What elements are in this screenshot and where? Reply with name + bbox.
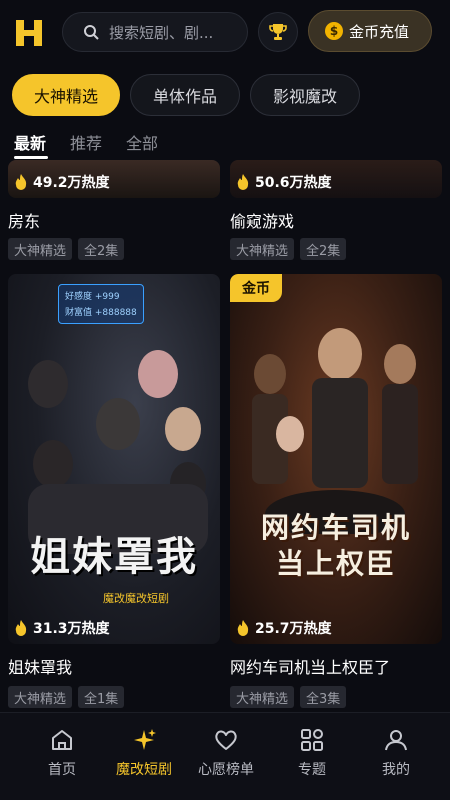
poster-figures — [252, 328, 418, 534]
subtab-all[interactable]: 全部 — [126, 130, 158, 154]
heat-value: 50.6万热度 — [255, 175, 332, 191]
tag: 大神精选 — [8, 238, 73, 260]
nav-home[interactable]: 首页 — [22, 713, 102, 800]
drama-title[interactable]: 偷窥游戏 — [230, 208, 294, 232]
poster-title: 当上权臣 — [275, 547, 396, 580]
nav-wishlist[interactable]: 心愿榜单 — [186, 713, 266, 800]
heat-value: 49.2万热度 — [33, 175, 110, 191]
heart-icon — [215, 730, 237, 750]
tag: 全2集 — [300, 238, 347, 260]
drama-card[interactable]: 49.2万热度 房东 大神精选 全2集 — [8, 160, 220, 270]
heat-value: 31.3万热度 — [33, 621, 110, 637]
heat-count: 31.3万热度 — [14, 618, 110, 638]
recharge-label: 金币充值 — [349, 22, 410, 41]
recharge-button[interactable]: $ 金币充值 — [308, 10, 432, 52]
tag: 全1集 — [78, 686, 125, 708]
nav-label: 魔改短剧 — [116, 762, 172, 778]
search-placeholder: 搜索短剧、剧... — [109, 23, 214, 42]
drama-tags: 大神精选 全2集 — [8, 238, 125, 260]
grid-icon — [301, 729, 323, 751]
poster-title: 姐妹罩我 — [30, 534, 198, 580]
drama-card[interactable]: 好感度 +999 财富值 +888888 姐妹罩我 魔改魔改短剧 31.3万热度… — [8, 274, 220, 712]
category-tab-film-remix[interactable]: 影视魔改 — [250, 74, 360, 116]
poster-title: 网约车司机 — [260, 511, 411, 544]
category-tab-single[interactable]: 单体作品 — [130, 74, 240, 116]
drama-poster[interactable]: 网约车司机 当上权臣 金币 25.7万热度 — [230, 274, 442, 644]
app-logo-icon[interactable] — [12, 16, 46, 50]
drama-title[interactable]: 姐妹罩我 — [8, 654, 72, 678]
nav-label: 心愿榜单 — [198, 762, 254, 778]
nav-topics[interactable]: 专题 — [272, 713, 352, 800]
tag: 全2集 — [78, 238, 125, 260]
drama-tags: 大神精选 全3集 — [230, 686, 347, 708]
search-icon — [84, 25, 99, 40]
drama-poster[interactable]: 好感度 +999 财富值 +888888 姐妹罩我 魔改魔改短剧 31.3万热度 — [8, 274, 220, 644]
coin-badge: 金币 — [230, 274, 282, 302]
trophy-icon — [269, 24, 287, 40]
drama-feed[interactable]: 49.2万热度 房东 大神精选 全2集 50.6万热度 偷窥游戏 大神精选 全2… — [0, 160, 450, 712]
flame-icon — [15, 620, 27, 636]
tag: 大神精选 — [230, 238, 295, 260]
nav-remix-drama[interactable]: 魔改短剧 — [104, 713, 184, 800]
top-header: 搜索短剧、剧... $ 金币充值 — [0, 0, 450, 64]
flame-icon — [237, 620, 249, 636]
drama-card[interactable]: 50.6万热度 偷窥游戏 大神精选 全2集 — [230, 160, 442, 270]
drama-title[interactable]: 网约车司机当上权臣了 — [230, 654, 390, 678]
drama-tags: 大神精选 全1集 — [8, 686, 125, 708]
subtab-recommended[interactable]: 推荐 — [70, 130, 102, 154]
search-bar[interactable]: 搜索短剧、剧... — [62, 12, 248, 52]
coin-icon: $ — [325, 22, 343, 40]
category-tab-featured[interactable]: 大神精选 — [12, 74, 120, 116]
nav-label: 首页 — [48, 762, 76, 778]
nav-profile[interactable]: 我的 — [356, 713, 436, 800]
poster-screen-line: 好感度 +999 — [65, 292, 120, 302]
drama-poster[interactable]: 50.6万热度 — [230, 160, 442, 198]
subtab-latest[interactable]: 最新 — [14, 130, 46, 154]
bottom-navigation: 首页 魔改短剧 心愿榜单 专题 我的 — [0, 712, 450, 800]
home-icon — [52, 730, 72, 750]
heat-value: 25.7万热度 — [255, 621, 332, 637]
heat-count: 50.6万热度 — [236, 172, 332, 192]
drama-poster[interactable]: 49.2万热度 — [8, 160, 220, 198]
category-tabs: 大神精选 单体作品 影视魔改 — [0, 74, 450, 118]
sub-tabs: 最新 推荐 全部 — [0, 126, 450, 162]
drama-title[interactable]: 房东 — [8, 208, 40, 232]
flame-icon — [237, 174, 249, 190]
flame-icon — [15, 174, 27, 190]
poster-figures — [28, 350, 208, 554]
nav-label: 我的 — [382, 762, 410, 778]
subtab-indicator — [14, 156, 48, 159]
tag: 全3集 — [300, 686, 347, 708]
tag: 大神精选 — [8, 686, 73, 708]
drama-tags: 大神精选 全2集 — [230, 238, 347, 260]
nav-label: 专题 — [298, 762, 326, 778]
poster-subtitle: 魔改魔改短剧 — [103, 592, 169, 605]
drama-card[interactable]: 网约车司机 当上权臣 金币 25.7万热度 网约车司机当上权臣了 大神精选 全3… — [230, 274, 442, 712]
tag: 大神精选 — [230, 686, 295, 708]
sparkle-icon — [134, 729, 156, 750]
ranking-button[interactable] — [258, 12, 298, 52]
profile-icon — [385, 730, 407, 751]
heat-count: 25.7万热度 — [236, 618, 332, 638]
heat-count: 49.2万热度 — [14, 172, 110, 192]
